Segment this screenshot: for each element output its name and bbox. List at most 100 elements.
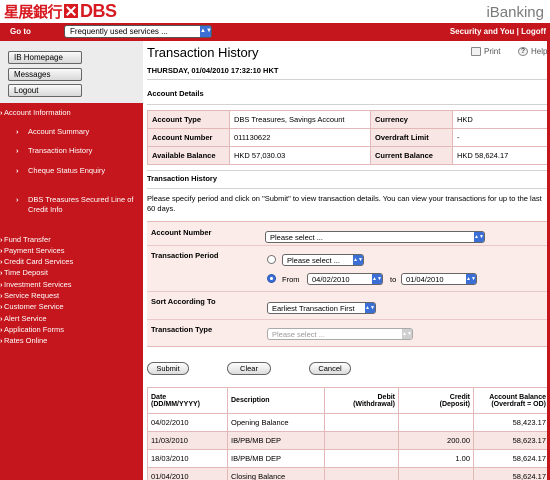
- column-header-credit: Credit (Deposit): [398, 387, 474, 414]
- main-content: Transaction History THURSDAY, 01/04/2010…: [143, 41, 550, 480]
- cell-description: Closing Balance: [227, 467, 325, 480]
- sidebar-item-alert-service[interactable]: Alert Service: [0, 314, 46, 324]
- select-arrows-icon: ▲▼: [402, 329, 412, 339]
- column-header-balance-line1: Account Balance: [489, 393, 546, 401]
- clear-button[interactable]: Clear: [227, 362, 271, 375]
- sidebar-item-account-information[interactable]: Account Information: [0, 108, 71, 118]
- cell-credit: [398, 467, 474, 480]
- transaction-type-select[interactable]: Please select ... ▲▼: [267, 328, 413, 340]
- overdraft-value: -: [452, 128, 550, 147]
- transaction-type-value: Please select ...: [272, 330, 325, 339]
- table-row: Account Number 011130622 Overdraft Limit…: [147, 128, 550, 147]
- cell-description: Opening Balance: [227, 413, 325, 432]
- period-preset-value: Please select ...: [287, 256, 340, 265]
- printer-icon: [471, 47, 481, 57]
- select-arrows-icon: ▲▼: [372, 274, 382, 284]
- select-arrows-icon: ▲▼: [365, 303, 375, 313]
- transactions-table: Date (DD/MM/YYYY) Description Debit (Withd…: [147, 387, 550, 480]
- cell-credit: 200.00: [398, 431, 474, 450]
- app-header: 星展銀行 DBS iBanking: [0, 0, 550, 22]
- print-link[interactable]: Print: [471, 47, 500, 57]
- column-header-debit-line2: (Withdrawal): [353, 400, 395, 408]
- search-form: Account Number Please select ... ▲▼ Tran…: [147, 221, 550, 347]
- overdraft-label: Overdraft Limit: [370, 128, 453, 147]
- sidebar-item-account-summary[interactable]: Account Summary: [16, 127, 140, 137]
- cell-date: 18/03/2010: [147, 449, 228, 468]
- sidebar-item-application-forms[interactable]: Application Forms: [0, 325, 64, 335]
- cell-debit: [324, 413, 399, 432]
- frequent-services-value: Frequently used services ...: [70, 27, 168, 36]
- table-row: 11/03/2010 IB/PB/MB DEP 200.00 58,623.17: [147, 431, 550, 450]
- column-header-date: Date (DD/MM/YYYY): [147, 387, 228, 414]
- cancel-button[interactable]: Cancel: [309, 362, 351, 375]
- sidebar-item-payment-services[interactable]: Payment Services: [0, 246, 64, 256]
- messages-button[interactable]: Messages: [8, 68, 82, 81]
- form-separator: [147, 245, 550, 246]
- cell-description: IB/PB/MB DEP: [227, 431, 325, 450]
- left-sidebar: IB Homepage Messages Logout Account Info…: [0, 41, 143, 480]
- ib-homepage-button[interactable]: IB Homepage: [8, 51, 82, 64]
- sort-order-select[interactable]: Earliest Transaction First ▲▼: [267, 302, 376, 314]
- cell-description: IB/PB/MB DEP: [227, 449, 325, 468]
- cell-balance: 58,423.17: [473, 413, 550, 432]
- form-type-label: Transaction Type: [151, 325, 213, 334]
- dbs-mark-icon: [64, 4, 79, 18]
- from-date-select[interactable]: 04/02/2010 ▲▼: [307, 273, 383, 285]
- cell-credit: 1.00: [398, 449, 474, 468]
- security-logoff-links[interactable]: Security and You | Logoff: [450, 27, 546, 36]
- cell-balance: 58,623.17: [473, 431, 550, 450]
- current-balance-label: Current Balance: [370, 146, 453, 165]
- column-header-credit-line2: (Deposit): [439, 400, 470, 408]
- sidebar-item-customer-service[interactable]: Customer Service: [0, 302, 64, 312]
- currency-label: Currency: [370, 110, 453, 129]
- account-type-value: DBS Treasures, Savings Account: [229, 110, 371, 129]
- sidebar-item-secured-credit[interactable]: DBS Treasures Secured Line of Credit Inf…: [16, 195, 140, 215]
- to-date-select[interactable]: 01/04/2010 ▲▼: [401, 273, 477, 285]
- instructions-text: Please specify period and click on "Subm…: [147, 194, 542, 213]
- account-number-label: Account Number: [147, 128, 230, 147]
- sidebar-item-fund-transfer[interactable]: Fund Transfer: [0, 235, 51, 245]
- transaction-history-heading: Transaction History: [147, 174, 218, 183]
- product-name: iBanking: [486, 4, 544, 21]
- logout-button[interactable]: Logout: [8, 84, 82, 97]
- cell-date: 11/03/2010: [147, 431, 228, 450]
- sidebar-quick-buttons: IB Homepage Messages Logout: [0, 41, 143, 103]
- account-number-value: 011130622: [229, 128, 371, 147]
- column-header-balance: Account Balance (Overdraft = OD): [473, 387, 550, 414]
- form-separator: [147, 319, 550, 320]
- sidebar-item-cheque-status[interactable]: Cheque Status Enquiry: [16, 166, 140, 176]
- submit-button[interactable]: Submit: [147, 362, 189, 375]
- cell-date: 01/04/2010: [147, 467, 228, 480]
- page-datetime: THURSDAY, 01/04/2010 17:32:10 HKT: [147, 66, 279, 75]
- select-arrows-icon: ▲▼: [353, 255, 363, 265]
- period-range-radio[interactable]: [267, 274, 276, 283]
- cell-date: 04/02/2010: [147, 413, 228, 432]
- sidebar-item-rates-online[interactable]: Rates Online: [0, 336, 47, 346]
- sidebar-item-time-deposit[interactable]: Time Deposit: [0, 268, 48, 278]
- form-sort-label: Sort According To: [151, 297, 216, 306]
- sidebar-item-investment[interactable]: Investment Services: [0, 280, 72, 290]
- period-preset-radio[interactable]: [267, 255, 276, 264]
- from-label: From: [282, 275, 300, 284]
- help-link[interactable]: ? Help: [518, 47, 547, 57]
- sidebar-item-service-request[interactable]: Service Request: [0, 291, 59, 301]
- column-header-debit: Debit (Withdrawal): [324, 387, 399, 414]
- column-header-date-line1: Date: [151, 393, 167, 401]
- period-preset-select[interactable]: Please select ... ▲▼: [282, 254, 364, 266]
- available-balance-label: Available Balance: [147, 146, 230, 165]
- form-period-label: Transaction Period: [151, 251, 219, 260]
- column-header-description: Description: [227, 387, 325, 414]
- dbs-logo[interactable]: 星展銀行 DBS: [4, 1, 117, 21]
- frequent-services-select[interactable]: Frequently used services ... ▲▼: [64, 25, 212, 38]
- sidebar-item-credit-card[interactable]: Credit Card Services: [0, 257, 73, 267]
- divider: [147, 104, 550, 105]
- sidebar-item-transaction-history[interactable]: Transaction History: [16, 146, 140, 156]
- page-title: Transaction History: [147, 45, 259, 60]
- to-date-value: 01/04/2010: [406, 275, 444, 284]
- account-number-select[interactable]: Please select ... ▲▼: [265, 231, 485, 243]
- logo-chinese-text: 星展銀行: [4, 2, 63, 21]
- divider: [147, 188, 550, 189]
- form-account-number-label: Account Number: [151, 228, 212, 237]
- table-row: Available Balance HKD 57,030.03 Current …: [147, 146, 550, 165]
- table-row: 18/03/2010 IB/PB/MB DEP 1.00 58,624.17: [147, 449, 550, 468]
